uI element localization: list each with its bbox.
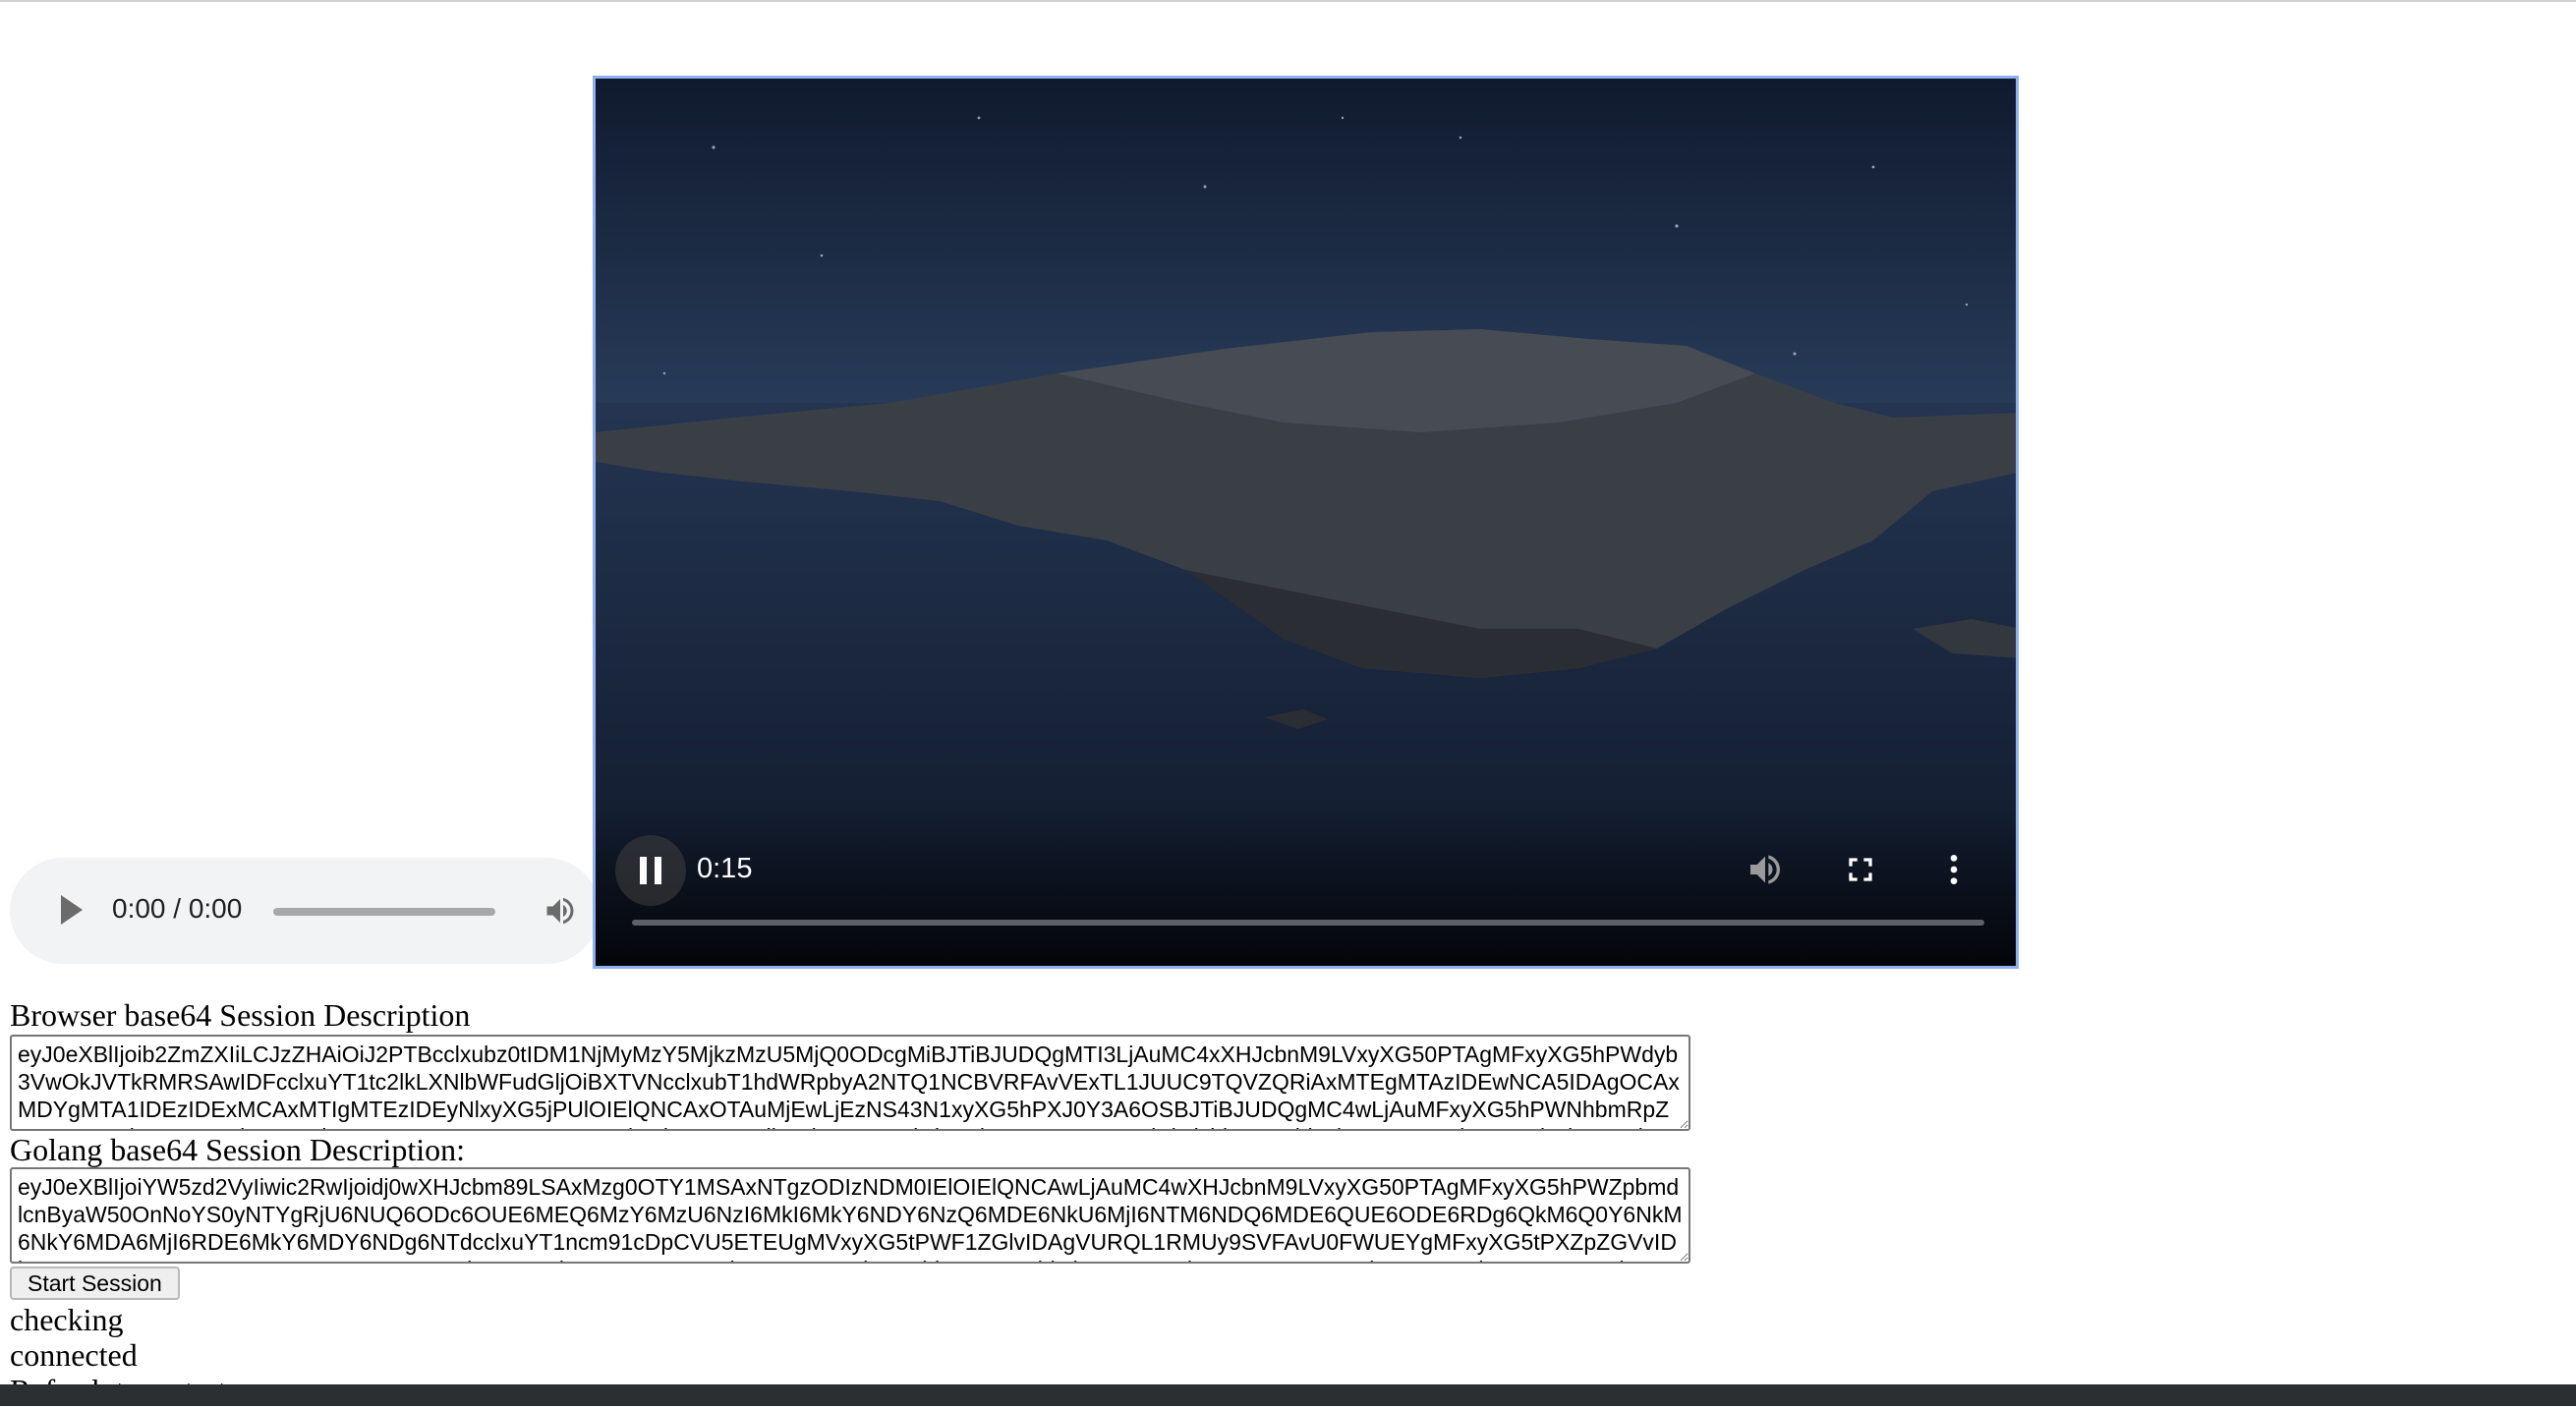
video-progress-bar[interactable]	[632, 920, 1984, 926]
volume-icon[interactable]	[1746, 850, 1785, 889]
audio-time: 0:00 / 0:00	[112, 893, 243, 924]
audio-progress-bar[interactable]	[273, 908, 495, 916]
status-line: connected	[10, 1337, 138, 1373]
browser-sd-textarea[interactable]: eyJ0eXBlIjoib2ZmZXIiLCJzZHAiOiJ2PTBcclxu…	[10, 1035, 1690, 1131]
video-time: 0:15	[697, 853, 753, 884]
fullscreen-icon[interactable]	[1841, 850, 1880, 889]
play-icon[interactable]	[61, 895, 83, 925]
video-player[interactable]: 0:15	[593, 76, 2019, 969]
golang-sd-label: Golang base64 Session Description:	[10, 1132, 466, 1167]
status-line: checking	[10, 1302, 124, 1337]
golang-sd-textarea[interactable]: eyJ0eXBlIjoiYW5zd2VyIiwic2RwIjoidj0wXHJc…	[10, 1167, 1690, 1264]
volume-icon[interactable]	[543, 893, 578, 929]
top-border	[0, 0, 2576, 2]
video-controls-overlay	[596, 809, 2016, 966]
start-session-button[interactable]: Start Session	[10, 1267, 180, 1300]
bottom-bar	[0, 1384, 2576, 1406]
browser-sd-label: Browser base64 Session Description	[10, 997, 471, 1033]
pause-icon[interactable]	[615, 835, 686, 906]
more-options-icon[interactable]	[1934, 850, 1974, 889]
audio-player[interactable]: 0:00 / 0:00	[10, 858, 600, 964]
